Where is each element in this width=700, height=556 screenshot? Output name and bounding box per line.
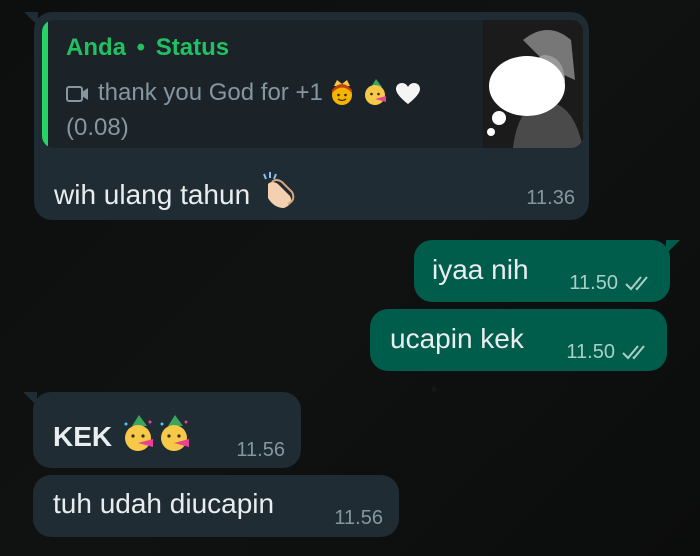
message-time: 11.50 xyxy=(566,341,615,363)
party-face-emoji xyxy=(120,414,156,459)
party-face-emoji xyxy=(362,78,388,113)
message-bubble-outgoing[interactable]: ucapin kek 11.50 xyxy=(370,309,667,371)
quote-author: Anda xyxy=(66,34,126,61)
message-text: wih ulang tahun xyxy=(54,179,251,210)
clapping-hands-emoji xyxy=(258,170,298,217)
party-face-emoji xyxy=(156,414,192,459)
quote-separator: • xyxy=(136,34,146,61)
message-text-line: wih ulang tahun xyxy=(54,170,298,217)
double-check-icon xyxy=(624,274,654,298)
message-text: iyaa nih xyxy=(432,254,529,285)
status-thumbnail-image xyxy=(483,20,583,148)
message-text: KEK xyxy=(53,421,113,452)
message-bubble-incoming[interactable]: Anda • Status thank you God for +1 (0.08… xyxy=(24,12,589,220)
message-time-line: 11.50 xyxy=(566,341,651,367)
princess-emoji xyxy=(329,78,355,113)
message-text-line: KEK xyxy=(53,414,192,459)
chat-area: Anda • Status thank you God for +1 (0.08… xyxy=(0,0,700,556)
message-time: 11.50 xyxy=(569,272,618,294)
video-icon xyxy=(66,82,90,110)
message-time: 11.56 xyxy=(334,507,383,529)
message-text: ucapin kek xyxy=(390,323,524,354)
double-check-icon xyxy=(621,343,651,367)
message-time: 11.36 xyxy=(526,187,575,209)
quote-label: Status xyxy=(155,34,230,61)
quote-author-line: Anda • Status xyxy=(66,34,229,62)
message-time-line: 11.50 xyxy=(569,272,654,298)
quoted-status[interactable]: Anda • Status thank you God for +1 (0.08… xyxy=(42,20,583,148)
quote-text: thank you God for +1 xyxy=(98,79,323,106)
message-text: tuh udah diucapin xyxy=(53,488,275,519)
quote-text-line-2: (0.08) xyxy=(66,114,129,141)
white-heart-emoji xyxy=(395,82,421,113)
quote-text-line-1: thank you God for +1 xyxy=(66,78,421,113)
message-bubble-incoming[interactable]: KEK 11.56 xyxy=(23,392,301,468)
message-time: 11.56 xyxy=(236,439,285,461)
message-bubble-incoming[interactable]: tuh udah diucapin 11.56 xyxy=(33,475,399,537)
quote-accent-bar xyxy=(42,20,48,148)
message-bubble-outgoing[interactable]: iyaa nih 11.50 xyxy=(414,240,680,302)
